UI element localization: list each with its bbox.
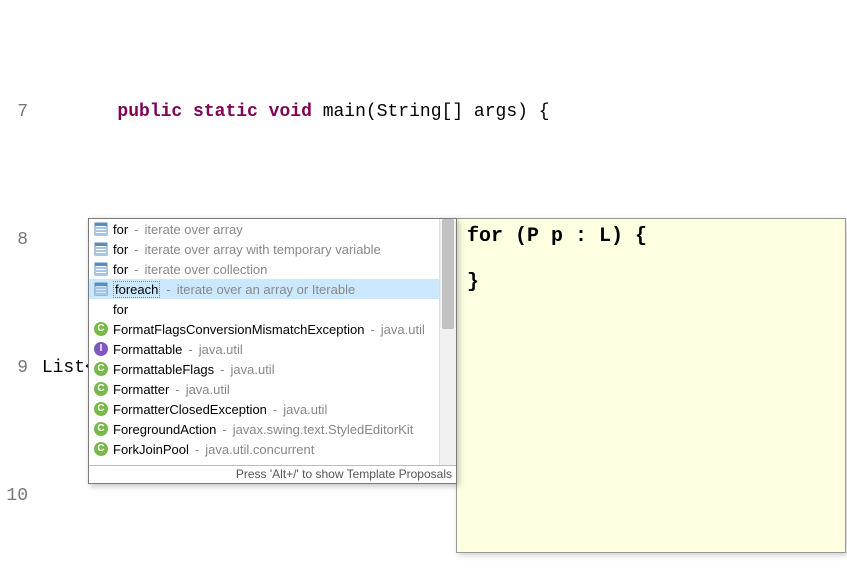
proposal-desc: java.util <box>186 382 230 397</box>
proposal-label: Formattable <box>113 342 182 357</box>
template-icon <box>93 241 109 257</box>
template-preview-panel: for (P p : L) { } <box>456 218 846 553</box>
proposal-desc: java.util <box>231 362 275 377</box>
proposal-desc: java.util <box>381 322 425 337</box>
class-icon: C <box>93 421 109 437</box>
interface-icon: I <box>93 341 109 357</box>
content-assist-item[interactable]: for <box>89 299 456 319</box>
class-icon: C <box>93 321 109 337</box>
proposal-label: Formatter <box>113 382 169 397</box>
proposal-label: FormatFlagsConversionMismatchException <box>113 322 364 337</box>
content-assist-item[interactable]: CFormatterClosedException-java.util <box>89 399 456 419</box>
proposal-label: ForkJoinPool <box>113 442 189 457</box>
content-assist-item[interactable]: CFormattableFlags-java.util <box>89 359 456 379</box>
code-line: 7 public static void main(String[] args)… <box>0 96 847 128</box>
content-assist-item[interactable]: for-iterate over array with temporary va… <box>89 239 456 259</box>
content-assist-item[interactable]: CForegroundAction-javax.swing.text.Style… <box>89 419 456 439</box>
proposal-label: for <box>113 242 128 257</box>
proposal-desc: javax.swing.text.StyledEditorKit <box>233 422 414 437</box>
scrollbar[interactable] <box>439 219 456 465</box>
blank-icon <box>93 301 109 317</box>
proposal-label: FormatterClosedException <box>113 402 267 417</box>
proposal-desc: java.util.concurrent <box>205 442 314 457</box>
content-assist-item[interactable]: IFormattable-java.util <box>89 339 456 359</box>
scrollbar-thumb[interactable] <box>442 219 454 329</box>
proposal-label: for <box>113 222 128 237</box>
content-assist-item[interactable]: foreach-iterate over an array or Iterabl… <box>89 279 456 299</box>
gutter-number: 7 <box>0 96 31 128</box>
content-assist-item[interactable]: CFormatFlagsConversionMismatchException-… <box>89 319 456 339</box>
proposal-label: for <box>113 302 128 317</box>
content-assist-item[interactable]: for-iterate over array <box>89 219 456 239</box>
content-assist-item[interactable]: for-iterate over collection <box>89 259 456 279</box>
proposal-desc: java.util <box>283 402 327 417</box>
class-icon: C <box>93 361 109 377</box>
class-icon: C <box>93 401 109 417</box>
template-icon <box>93 261 109 277</box>
proposal-desc: iterate over array <box>145 222 243 237</box>
content-assist-list[interactable]: for-iterate over arrayfor-iterate over a… <box>89 219 456 465</box>
template-icon <box>93 221 109 237</box>
proposal-label: for <box>113 262 128 277</box>
gutter-number: 9 <box>0 352 31 384</box>
class-icon: C <box>93 441 109 457</box>
proposal-desc: iterate over array with temporary variab… <box>145 242 381 257</box>
template-icon <box>93 281 109 297</box>
proposal-label: ForegroundAction <box>113 422 216 437</box>
proposal-desc: java.util <box>199 342 243 357</box>
class-icon: C <box>93 381 109 397</box>
gutter-number: 8 <box>0 224 31 256</box>
content-assist-footer: Press 'Alt+/' to show Template Proposals <box>89 465 456 483</box>
gutter-number: 10 <box>0 480 31 512</box>
content-assist-popup[interactable]: for-iterate over arrayfor-iterate over a… <box>88 218 457 484</box>
proposal-desc: iterate over collection <box>145 262 268 277</box>
proposal-label: FormattableFlags <box>113 362 214 377</box>
proposal-desc: iterate over an array or Iterable <box>177 282 355 297</box>
content-assist-item[interactable]: CForkJoinPool-java.util.concurrent <box>89 439 456 459</box>
proposal-label: foreach <box>113 281 160 298</box>
content-assist-item[interactable]: CFormatter-java.util <box>89 379 456 399</box>
